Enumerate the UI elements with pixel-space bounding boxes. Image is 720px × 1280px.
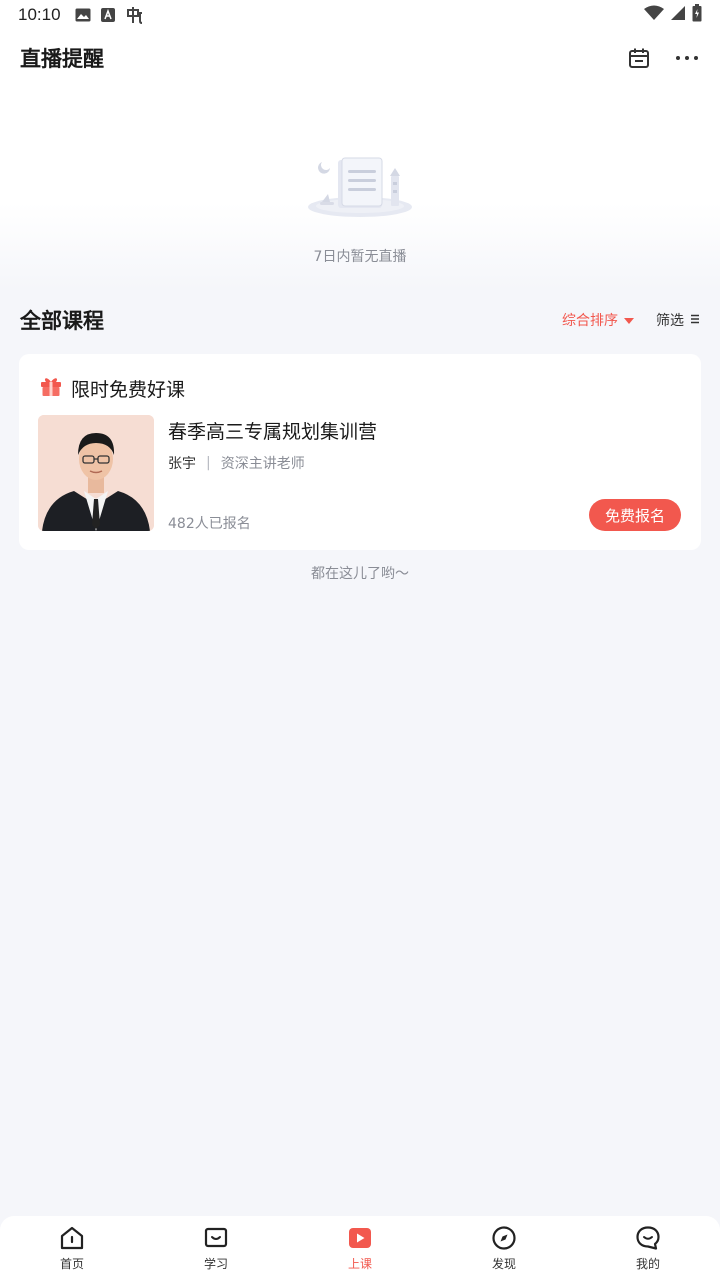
page-title: 直播提醒 [20,47,104,71]
section-header: 全部课程 综合排序 筛选 [0,302,720,338]
teacher-name: 张宇 [168,456,196,472]
empty-live-illustration [300,150,420,230]
teacher-role: 资深主讲老师 [220,456,305,472]
section-actions: 综合排序 筛选 [562,310,700,330]
enrolled-count: 482人已报名 [168,516,251,532]
bottom-nav: 首页 学习 上课 发现 我的 [0,1216,720,1280]
sort-dropdown[interactable]: 综合排序 [562,310,634,330]
nav-label-discover: 发现 [491,1257,516,1271]
status-right-group [644,4,702,26]
page: 10:10 直播提醒 7日内暂无直播 全部课程 综合排序 筛选 限时免费好课 春… [0,0,720,1280]
filter-lines-icon [690,312,700,328]
profile-icon [635,1225,661,1251]
app-notification-icon [125,5,145,25]
study-icon [203,1225,229,1251]
header-actions [626,45,700,71]
status-bar: 10:10 [0,0,720,30]
gift-icon [39,374,63,402]
nav-item-profile[interactable]: 我的 [576,1216,720,1280]
nav-label-class: 上课 [347,1257,372,1271]
list-end-text: 都在这儿了哟～ [311,566,409,582]
nav-item-class[interactable]: 上课 [288,1216,432,1280]
sort-label: 综合排序 [562,313,618,329]
caret-down-icon [624,312,634,328]
header: 直播提醒 [0,38,720,78]
free-enroll-button[interactable]: 免费报名 [589,499,681,531]
more-options-icon[interactable] [674,45,700,71]
battery-icon [692,4,702,26]
nav-label-profile: 我的 [635,1257,660,1271]
teacher-photo [38,415,154,531]
nav-item-home[interactable]: 首页 [0,1216,144,1280]
class-play-icon [347,1225,373,1251]
nav-label-study: 学习 [203,1257,228,1271]
section-title: 全部课程 [20,309,104,333]
card-heading-title: 限时免费好课 [71,378,186,401]
nav-item-study[interactable]: 学习 [144,1216,288,1280]
gallery-icon [75,8,91,22]
filter-button[interactable]: 筛选 [656,310,700,330]
course-title[interactable]: 春季高三专属规划集训营 [168,417,377,444]
home-icon [59,1225,85,1251]
nav-label-home: 首页 [59,1257,84,1271]
card-heading: 限时免费好课 [39,374,185,402]
nav-item-discover[interactable]: 发现 [432,1216,576,1280]
course-card[interactable]: 限时免费好课 春季高三专属规划集训营 张宇 | 资深主讲老师 482人已报名 免… [19,354,701,550]
wifi-icon [644,5,664,25]
empty-live-text: 7日内暂无直播 [313,249,407,265]
filter-label: 筛选 [656,313,684,329]
signal-icon [670,5,686,25]
teacher-info: 张宇 | 资深主讲老师 [168,453,305,473]
status-time: 10:10 [18,5,61,24]
teacher-separator: | [206,455,211,471]
keyboard-a-icon [100,8,115,22]
calendar-icon[interactable] [626,45,652,71]
compass-icon [491,1225,517,1251]
